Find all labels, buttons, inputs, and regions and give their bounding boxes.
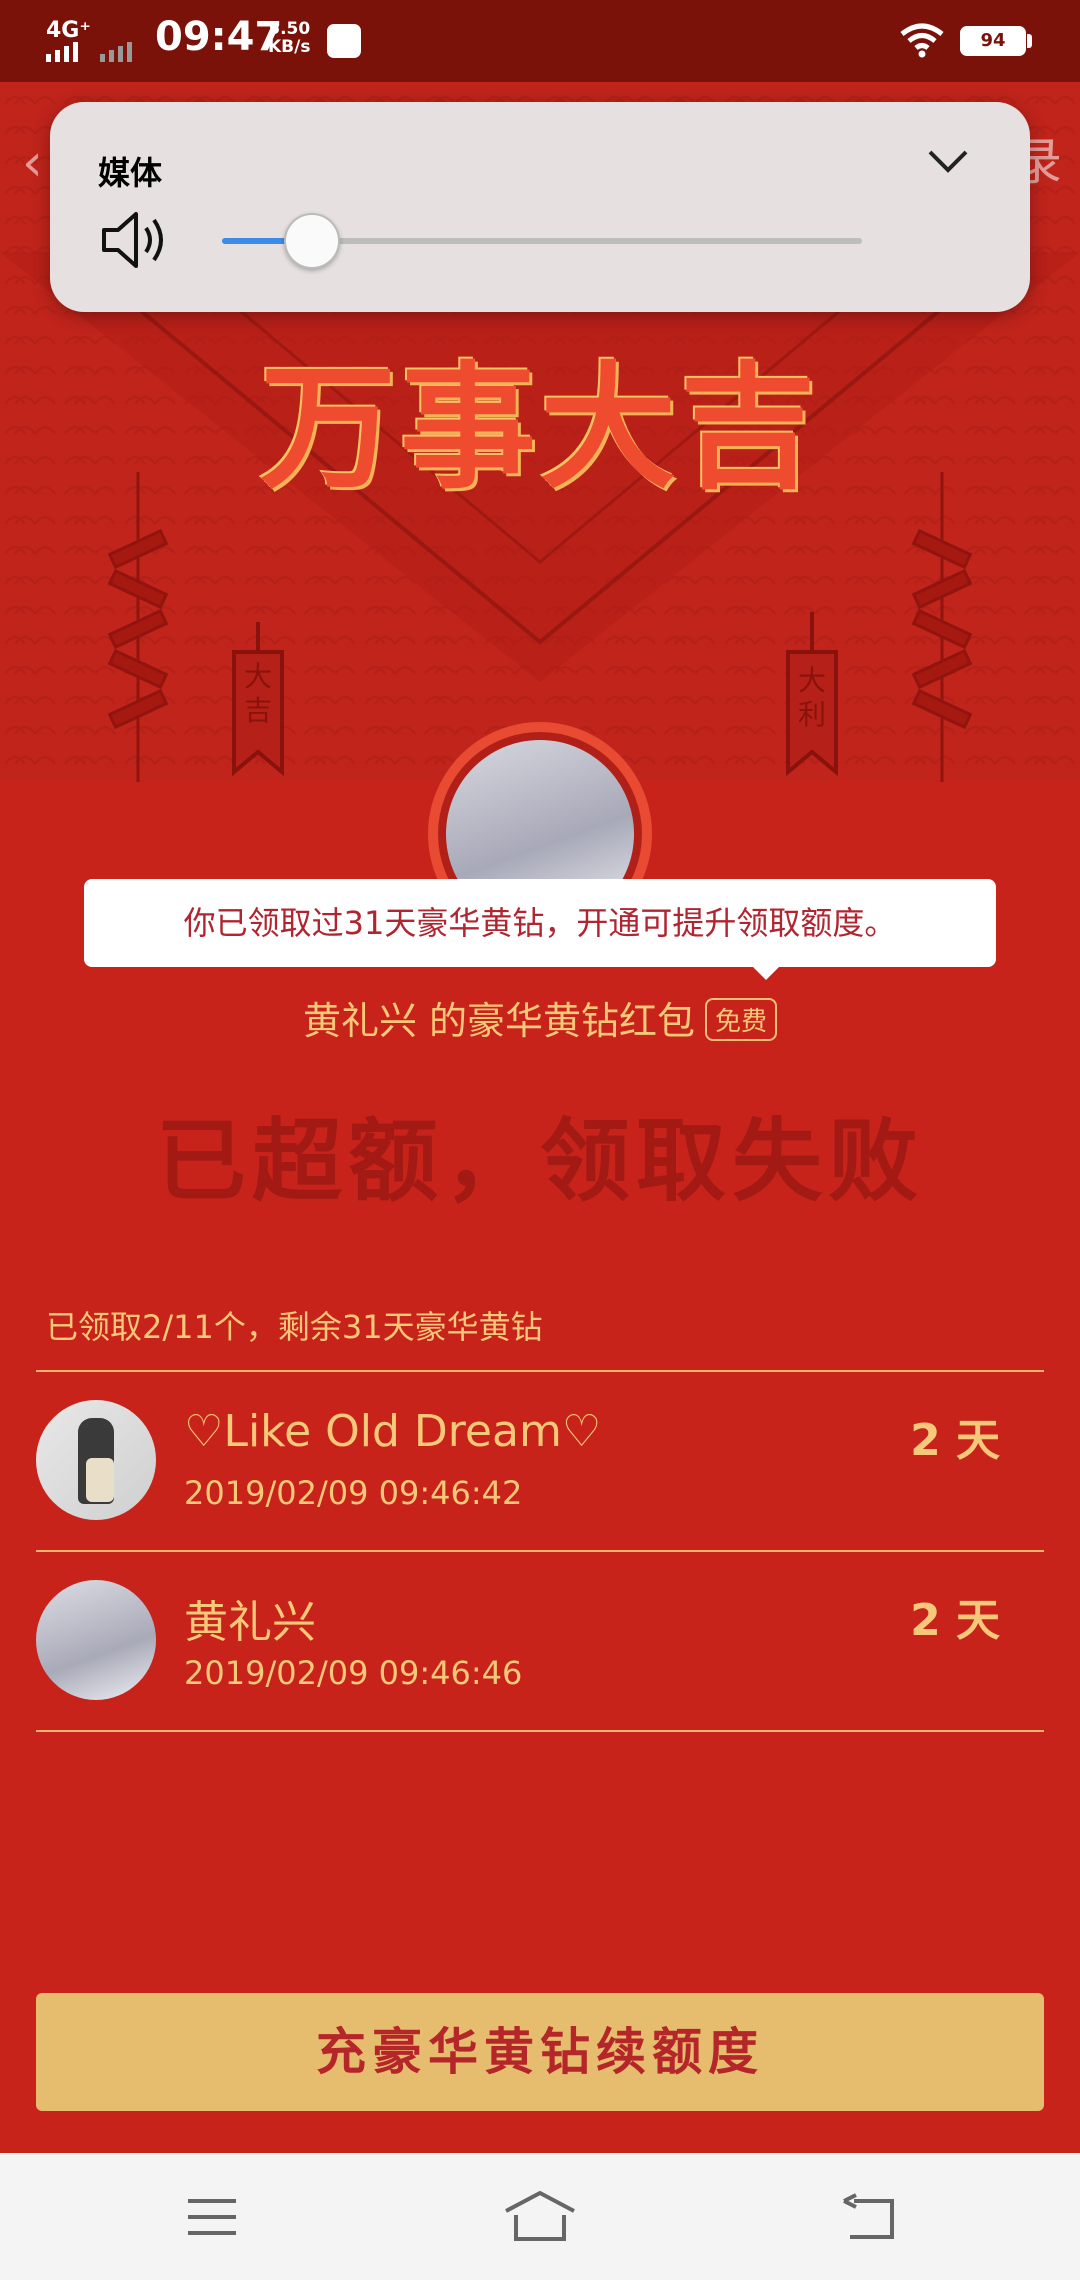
record-time: 2019/02/09 09:46:46 [184,1654,523,1692]
network-speed: 5.50 KB/s [268,19,311,57]
signal-icon [46,42,132,62]
status-message: 已超额，领取失败 [156,1109,924,1214]
record-amount: 2 天 [910,1595,1000,1646]
banner-left: 大吉 [243,660,272,727]
divider [36,1730,1044,1732]
back-arrow-icon[interactable] [840,2193,900,2243]
home-icon[interactable] [502,2189,578,2245]
avatar [36,1400,156,1520]
volume-slider-thumb[interactable] [284,213,340,269]
chevron-down-icon[interactable] [920,132,976,188]
battery-indicator: 94 [960,26,1026,56]
tooltip-arrow [752,966,780,980]
banner-right: 大利 [797,664,826,731]
speaker-icon[interactable] [100,208,172,272]
list-item[interactable]: 黄礼兴 2019/02/09 09:46:46 2 天 [0,1552,1080,1730]
avatar [36,1580,156,1700]
wifi-icon [900,23,944,58]
menu-icon[interactable] [184,2195,240,2239]
chevron-left-icon: ‹ [22,133,43,193]
battery-tip [1027,34,1032,48]
app-notification-icon [327,24,361,58]
sender-line: 黄礼兴 的豪华黄钻红包 免费 [0,990,1080,1045]
list-item[interactable]: ♡Like Old Dream♡ 2019/02/09 09:46:42 2 天 [0,1372,1080,1550]
status-bar: 4G⁺ 09:47 5.50 KB/s 94 [0,0,1080,82]
volume-slider[interactable] [222,213,862,269]
record-name: 黄礼兴 [184,1597,316,1648]
renew-quota-button[interactable]: 充豪华黄钻续额度 [36,1993,1044,2111]
record-name: ♡Like Old Dream♡ [184,1406,602,1457]
record-time: 2019/02/09 09:46:42 [184,1474,523,1512]
hero-title: 万事大吉 [260,350,820,508]
quota-tooltip: 你已领取过31天豪华黄钻，开通可提升领取额度。 [84,879,996,967]
clock: 09:47 [155,14,283,60]
record-amount: 2 天 [910,1415,1000,1466]
system-nav-bar [0,2153,1080,2280]
volume-label: 媒体 [98,154,163,192]
claim-summary: 已领取2/11个，剩余31天豪华黄钻 [46,1308,543,1346]
free-badge: 免费 [705,998,778,1041]
volume-panel: 媒体 [50,102,1030,312]
